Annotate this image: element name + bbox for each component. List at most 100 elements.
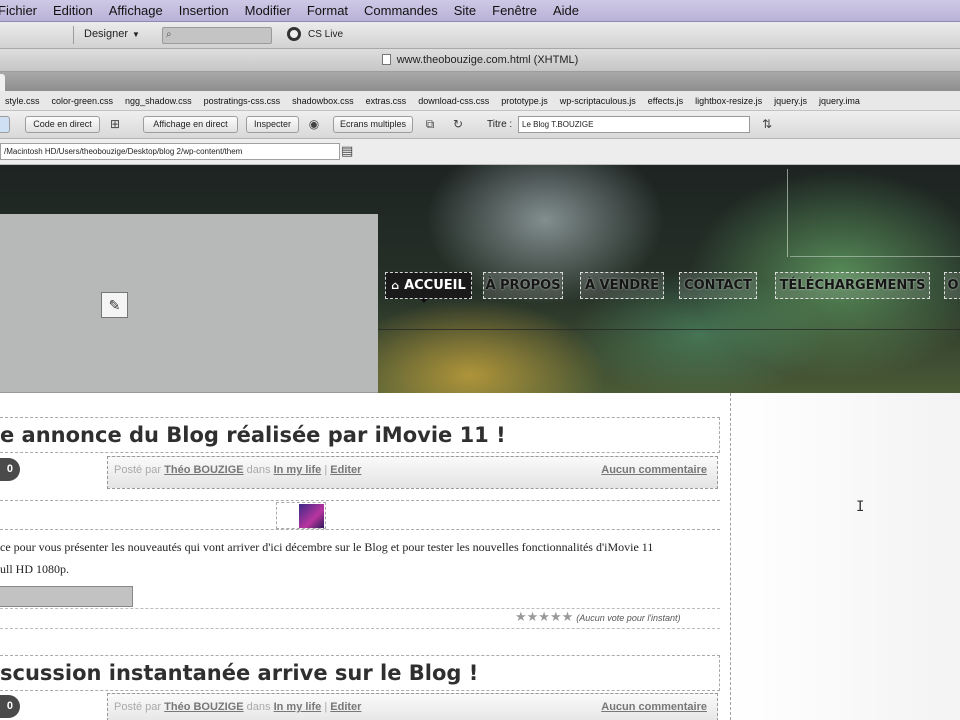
document-title-bar: www.theobouzige.com.html (XHTML) [0,49,960,72]
nav-item-telechargements[interactable]: TÉLÉCHARGEMENTS [775,272,930,299]
toolbar-separator [73,26,74,44]
related-file[interactable]: color-green.css [47,96,121,106]
divider-line [790,256,960,257]
post-title[interactable]: scussion instantanée arrive sur le Blog … [0,655,720,691]
document-tab[interactable] [0,74,5,91]
posted-by-label: Posté par [114,464,162,476]
post-body-line: ull HD 1080p. [0,562,69,576]
workspace-switcher[interactable]: Designer ▼ [84,28,140,40]
post-meta: Posté par Théo BOUZIGE dans In my life |… [107,456,718,489]
flash-placeholder[interactable] [0,214,378,393]
active-indicator-icon [420,299,428,303]
document-icon [381,54,391,65]
in-label: dans [246,701,271,713]
document-toolbar: Code en direct ⊞ Affichage en direct Ins… [0,111,960,139]
related-file[interactable]: jquery.ima [814,96,867,106]
post-body-line: ce pour vous présenter les nouveautés qu… [0,540,654,554]
nav-item-a-vendre[interactable]: À VENDRE [580,272,664,299]
rating-votes: (Aucun vote pour l'instant) [576,613,681,623]
divider-line [787,169,788,257]
title-label: Titre : [487,119,513,130]
file-management-icon[interactable]: ⇅ [758,116,776,133]
author-link[interactable]: Théo BOUZIGE [164,701,243,713]
design-view: ✎ ⌂ ACCUEIL À PROPOS À VENDRE CONTACT TÉL… [0,165,960,720]
cs-live-button[interactable]: CS Live [287,27,343,41]
related-files-bar: style.css color-green.css ngg_shadow.css… [0,91,960,111]
address-input[interactable]: /Macintosh HD/Users/theobouzige/Desktop/… [0,143,340,160]
workspace-label: Designer [84,28,129,40]
rating-stars-icon[interactable]: ★★★★★ [515,609,573,624]
home-icon: ⌂ [391,279,400,292]
related-file[interactable]: lightbox-resize.js [690,96,769,106]
comment-count-badge[interactable]: 0 [0,458,20,481]
image-container [276,502,326,529]
menu-edition[interactable]: Edition [45,3,101,18]
browse-icon[interactable]: ▤ [341,143,353,159]
live-view-button[interactable]: Affichage en direct [143,116,238,133]
post-meta-byline: Posté par Théo BOUZIGE dans In my life |… [114,701,361,713]
related-file[interactable]: extras.css [361,96,414,106]
code-live-button[interactable]: Code en direct [25,116,100,133]
refresh-icon[interactable]: ↻ [449,116,467,133]
nav-item-more[interactable]: O [944,272,960,299]
menu-aide[interactable]: Aide [545,3,587,18]
related-file[interactable]: wp-scriptaculous.js [555,96,643,106]
comments-link[interactable]: Aucun commentaire [601,701,707,713]
content-divider [730,393,731,720]
comments-link[interactable]: Aucun commentaire [601,464,707,476]
view-toggle-button[interactable] [0,116,10,133]
related-file[interactable]: style.css [0,96,47,106]
related-file[interactable]: ngg_shadow.css [120,96,199,106]
menu-insertion[interactable]: Insertion [171,3,237,18]
related-file[interactable]: download-css.css [413,96,496,106]
title-input[interactable]: Le Blog T.BOUZIGE [518,116,750,133]
address-bar: /Macintosh HD/Users/theobouzige/Desktop/… [0,139,960,165]
post-meta: Posté par Théo BOUZIGE dans In my life |… [107,693,718,720]
inspect-code-icon[interactable]: ⊞ [106,116,124,133]
related-file[interactable]: postratings-css.css [199,96,288,106]
sidebar [731,393,960,720]
menu-commandes[interactable]: Commandes [356,3,446,18]
post-image-row [0,500,720,530]
related-file[interactable]: jquery.js [769,96,814,106]
posted-by-label: Posté par [114,701,162,713]
category-link[interactable]: In my life [274,464,322,476]
chevron-down-icon: ▼ [132,30,140,39]
menu-site[interactable]: Site [446,3,484,18]
separator: | [324,464,328,476]
globe-icon[interactable]: ◉ [305,116,323,133]
preview-icon[interactable]: ⧉ [421,116,439,133]
nav-item-accueil[interactable]: ⌂ ACCUEIL [385,272,472,299]
menu-fenetre[interactable]: Fenêtre [484,3,545,18]
cs-live-label: CS Live [308,28,344,40]
cs-live-icon [287,27,301,41]
related-file[interactable]: prototype.js [496,96,555,106]
video-player-bar[interactable] [0,586,133,607]
row-divider [0,628,720,629]
related-file[interactable]: effects.js [643,96,690,106]
category-link[interactable]: In my life [274,701,322,713]
nav-item-a-propos[interactable]: À PROPOS [483,272,563,299]
flash-icon: ✎ [101,292,128,318]
imovie-thumbnail[interactable] [299,504,324,528]
edit-link[interactable]: Editer [330,464,361,476]
menu-affichage[interactable]: Affichage [101,3,171,18]
nav-item-contact[interactable]: CONTACT [679,272,757,299]
related-file[interactable]: shadowbox.css [287,96,361,106]
menu-bar: Fichier Edition Affichage Insertion Modi… [0,0,960,22]
comment-count-badge[interactable]: 0 [0,695,20,718]
author-link[interactable]: Théo BOUZIGE [164,464,243,476]
inspect-button[interactable]: Inspecter [246,116,299,133]
application-toolbar: Designer ▼ ⌕ CS Live [0,22,960,49]
multiscreen-button[interactable]: Ecrans multiples [333,116,413,133]
menu-format[interactable]: Format [299,3,356,18]
help-search-input[interactable]: ⌕ [162,27,272,44]
post-rating[interactable]: ★★★★★ (Aucun vote pour l'instant) [515,609,681,625]
nav-label: ACCUEIL [404,278,466,293]
nav-underline [378,329,960,330]
menu-modifier[interactable]: Modifier [237,3,299,18]
menu-fichier[interactable]: Fichier [0,3,45,18]
in-label: dans [246,464,271,476]
post-title[interactable]: e annonce du Blog réalisée par iMovie 11… [0,417,720,453]
edit-link[interactable]: Editer [330,701,361,713]
